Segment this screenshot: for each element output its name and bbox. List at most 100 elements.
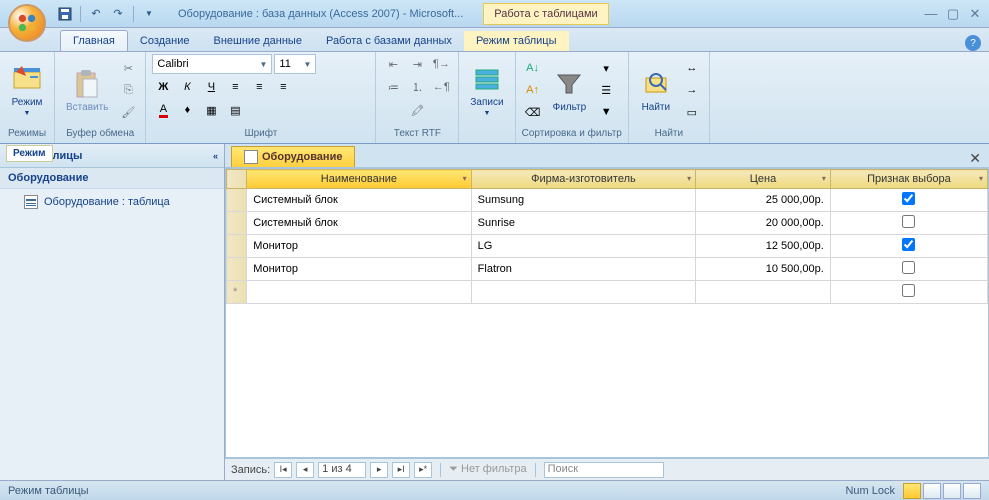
cell-name[interactable]: Системный блок xyxy=(247,212,471,235)
search-box[interactable]: Поиск xyxy=(544,462,664,478)
records-button[interactable]: Записи ▼ xyxy=(465,60,508,120)
tab-create[interactable]: Создание xyxy=(128,31,202,51)
table-row[interactable]: Системный блокSumsung25 000,00р. xyxy=(227,189,988,212)
redo-icon[interactable]: ↷ xyxy=(109,5,127,23)
select-icon[interactable]: ▭ xyxy=(681,102,703,122)
indent-increase-icon[interactable]: ⇥ xyxy=(406,54,428,74)
row-selector[interactable]: * xyxy=(227,281,247,304)
record-position-input[interactable]: 1 из 4 xyxy=(318,462,366,478)
align-center-icon[interactable]: ≡ xyxy=(248,77,270,97)
filter-button[interactable]: Фильтр xyxy=(548,65,592,116)
align-right-icon[interactable]: ≡ xyxy=(272,77,294,97)
clear-sort-icon[interactable]: ⌫ xyxy=(522,102,544,122)
nav-header[interactable]: Режим лицы « xyxy=(0,144,224,168)
first-record-icon[interactable]: I◂ xyxy=(274,462,292,478)
save-icon[interactable] xyxy=(56,5,74,23)
table-row[interactable]: Системный блокSunrise20 000,00р. xyxy=(227,212,988,235)
font-name-combo[interactable]: Calibri▼ xyxy=(152,54,272,74)
goto-icon[interactable]: → xyxy=(681,80,703,100)
column-header[interactable]: Фирма-изготовитель▾ xyxy=(471,170,695,189)
column-dropdown-icon[interactable]: ▾ xyxy=(463,174,467,183)
cell-selected[interactable] xyxy=(830,189,987,212)
view-button[interactable]: Режим ▼ xyxy=(6,60,48,120)
table-row[interactable]: МониторFlatron10 500,00р. xyxy=(227,258,988,281)
cell-firm[interactable]: Sunrise xyxy=(471,212,695,235)
cell-firm[interactable]: LG xyxy=(471,235,695,258)
copy-icon[interactable]: ⎘ xyxy=(117,80,139,100)
table-row[interactable]: МониторLG12 500,00р. xyxy=(227,235,988,258)
column-header[interactable]: Цена▾ xyxy=(696,170,831,189)
find-button[interactable]: Найти xyxy=(635,65,677,116)
cell-name[interactable]: Монитор xyxy=(247,258,471,281)
bold-icon[interactable]: Ж xyxy=(152,77,174,97)
office-button[interactable] xyxy=(8,4,46,42)
tab-external[interactable]: Внешние данные xyxy=(202,31,314,51)
sort-desc-icon[interactable]: A↑ xyxy=(522,80,544,100)
sort-asc-icon[interactable]: A↓ xyxy=(522,58,544,78)
select-all-cell[interactable] xyxy=(227,170,247,189)
prev-record-icon[interactable]: ◂ xyxy=(296,462,314,478)
pivot-table-view-icon[interactable] xyxy=(923,483,941,499)
undo-icon[interactable]: ↶ xyxy=(87,5,105,23)
new-record-icon[interactable]: ▸* xyxy=(414,462,432,478)
next-record-icon[interactable]: ▸ xyxy=(370,462,388,478)
new-record-row[interactable]: * xyxy=(227,281,988,304)
nav-section[interactable]: Оборудование xyxy=(0,168,224,189)
cell-firm[interactable]: Flatron xyxy=(471,258,695,281)
nav-collapse-icon[interactable]: « xyxy=(213,151,218,161)
cell-price[interactable]: 25 000,00р. xyxy=(696,189,831,212)
rtl-icon[interactable]: ←¶ xyxy=(430,77,452,97)
last-record-icon[interactable]: ▸I xyxy=(392,462,410,478)
tab-home[interactable]: Главная xyxy=(60,30,128,51)
numbering-icon[interactable]: ⒈ xyxy=(406,77,428,97)
indent-decrease-icon[interactable]: ⇤ xyxy=(382,54,404,74)
paste-button[interactable]: Вставить xyxy=(61,65,113,116)
font-size-combo[interactable]: 11▼ xyxy=(274,54,316,74)
row-selector[interactable] xyxy=(227,235,247,258)
format-painter-icon[interactable]: 🖌 xyxy=(117,102,139,122)
tab-dbtools[interactable]: Работа с базами данных xyxy=(314,31,464,51)
toggle-filter-icon[interactable]: ▼ xyxy=(595,102,617,122)
cell-price[interactable]: 12 500,00р. xyxy=(696,235,831,258)
document-close-icon[interactable]: ✕ xyxy=(961,150,989,167)
nav-item-table[interactable]: Оборудование : таблица xyxy=(0,189,224,215)
help-icon[interactable]: ? xyxy=(965,35,981,51)
row-selector[interactable] xyxy=(227,189,247,212)
cell-price[interactable]: 10 500,00р. xyxy=(696,258,831,281)
cell-price[interactable]: 20 000,00р. xyxy=(696,212,831,235)
cell-selected[interactable] xyxy=(830,235,987,258)
filter-indicator[interactable]: ⏷ Нет фильтра xyxy=(449,463,526,476)
font-color-icon[interactable]: A xyxy=(152,100,174,120)
column-dropdown-icon[interactable]: ▾ xyxy=(822,174,826,183)
qa-customize-icon[interactable]: ▼ xyxy=(140,5,158,23)
ltr-icon[interactable]: ¶→ xyxy=(430,54,452,74)
gridlines-icon[interactable]: ▦ xyxy=(200,100,222,120)
tab-datasheet[interactable]: Режим таблицы xyxy=(464,31,569,51)
bullets-icon[interactable]: ≔ xyxy=(382,77,404,97)
align-left-icon[interactable]: ≡ xyxy=(224,77,246,97)
highlight-icon[interactable]: 🖍 xyxy=(406,100,428,120)
column-dropdown-icon[interactable]: ▾ xyxy=(687,174,691,183)
cell-firm[interactable]: Sumsung xyxy=(471,189,695,212)
replace-icon[interactable]: ↔ xyxy=(681,58,703,78)
italic-icon[interactable]: К xyxy=(176,77,198,97)
close-icon[interactable]: ✕ xyxy=(967,6,983,22)
selection-filter-icon[interactable]: ▾ xyxy=(595,58,617,78)
advanced-filter-icon[interactable]: ☰ xyxy=(595,80,617,100)
minimize-icon[interactable]: — xyxy=(923,6,939,22)
document-tab[interactable]: Оборудование xyxy=(231,146,355,167)
column-dropdown-icon[interactable]: ▾ xyxy=(979,174,983,183)
cell-selected[interactable] xyxy=(830,212,987,235)
pivot-chart-view-icon[interactable] xyxy=(943,483,961,499)
underline-icon[interactable]: Ч xyxy=(200,77,222,97)
cut-icon[interactable]: ✂ xyxy=(117,58,139,78)
datasheet-view-icon[interactable] xyxy=(903,483,921,499)
design-view-icon[interactable] xyxy=(963,483,981,499)
restore-icon[interactable]: ▢ xyxy=(945,6,961,22)
cell-selected[interactable] xyxy=(830,258,987,281)
row-selector[interactable] xyxy=(227,212,247,235)
column-header[interactable]: Наименование▾ xyxy=(247,170,471,189)
row-selector[interactable] xyxy=(227,258,247,281)
datasheet-grid[interactable]: Наименование▾ Фирма-изготовитель▾ Цена▾ … xyxy=(225,168,989,458)
cell-name[interactable]: Монитор xyxy=(247,235,471,258)
